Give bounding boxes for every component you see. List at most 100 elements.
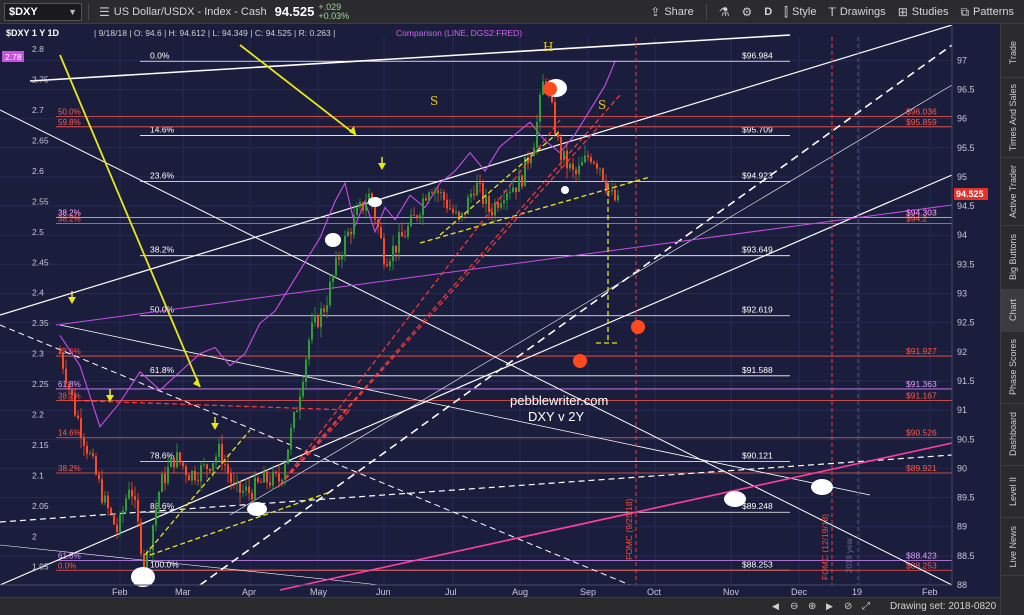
candle-body (305, 359, 307, 383)
symbol-menu-button[interactable]: ☰ (95, 2, 114, 22)
fib-red-value: $91.927 (906, 346, 937, 356)
right-axis-tick-label: 94 (957, 230, 967, 240)
zoom-fit-icon[interactable]: ⊘ (844, 601, 852, 612)
drawings-button[interactable]: T Drawings (822, 2, 891, 22)
candle-body (110, 508, 112, 514)
price-change: +.029 +0.03% (318, 2, 349, 21)
candle-body (212, 463, 214, 472)
zoom-in-icon[interactable]: ⊕ (808, 601, 816, 612)
candle-body (539, 94, 541, 122)
period-button[interactable]: D (758, 2, 778, 22)
candle-body (431, 192, 433, 194)
price-chart[interactable]: 0.0% $96.984 14.6% $95.709 23.6% $94.923 38.2%… (0, 25, 1000, 597)
candle-body (509, 191, 511, 193)
chevron-down-icon[interactable]: ▼ (68, 7, 77, 17)
sidebar-tab-phase-scores[interactable]: Phase Scores (1001, 332, 1024, 404)
scroll-right-icon[interactable]: ▶ (826, 601, 833, 612)
studies-button[interactable]: ⊞ Studies (892, 2, 955, 22)
candle-body (260, 481, 262, 483)
legend-comparison: Comparison (LINE, DGS2:FRED) (396, 28, 522, 38)
candle-body (206, 464, 208, 469)
candle-body (359, 202, 361, 208)
candle-body (71, 388, 73, 396)
candle-body (275, 471, 277, 474)
last-price-tag-text: 94.525 (956, 189, 984, 199)
symbol-input[interactable]: $DXY ▼ (4, 2, 82, 21)
candle-body (584, 155, 586, 163)
candle-body (407, 225, 409, 238)
sidebar-tab-level-ii[interactable]: Level II (1001, 466, 1024, 518)
left-axis-tick-label: 2.45 (32, 257, 49, 267)
candle-body (293, 412, 295, 429)
left-axis-tick-label: 2.2 (32, 410, 44, 420)
red-marker (573, 354, 587, 368)
drawing-set-label: Drawing set: 2018-0820 (890, 601, 997, 612)
fib-level-value: $88.253 (742, 559, 773, 569)
red-marker (543, 82, 557, 96)
studies-label: Studies (911, 6, 949, 18)
right-axis-tick-label: 94.5 (957, 201, 975, 211)
candle-body (515, 187, 517, 192)
right-axis-tick-label: 92.5 (957, 318, 975, 328)
candle-body (233, 482, 235, 484)
candle-body (587, 155, 589, 158)
candle-body (287, 449, 289, 464)
scroll-left-icon[interactable]: ◀ (772, 601, 779, 612)
candle-body (344, 236, 346, 256)
sidebar-tab-label: Dashboard (1008, 412, 1018, 457)
zoom-out-icon[interactable]: ⊖ (790, 601, 798, 612)
left-axis-tick-label: 2.4 (32, 288, 44, 298)
sidebar-tab-label: Times And Sales (1008, 83, 1018, 152)
candle-body (590, 157, 592, 162)
candle-body (296, 410, 298, 413)
expand-icon[interactable]: ⤢ (862, 601, 870, 612)
right-sidebar: Trade Times And Sales Active Trader Big But… (1000, 24, 1024, 615)
candle-body (203, 464, 205, 466)
sidebar-tab-dashboard[interactable]: Dashboard (1001, 404, 1024, 466)
candle-body (251, 492, 253, 500)
fib-level-value: $96.984 (742, 50, 773, 60)
candle-body (350, 231, 352, 235)
candle-body (443, 192, 445, 200)
candle-body (569, 163, 571, 169)
year-boundary-label: 2019 year (845, 537, 854, 573)
candle-body (470, 193, 472, 198)
settings-button[interactable]: ⚙ (735, 2, 758, 22)
menu-icon: ☰ (99, 4, 110, 19)
candle-body (449, 208, 451, 210)
candle-body (317, 315, 319, 328)
legend-ohlc: | 9/18/18 | O: 94.6 | H: 94.612 | L: 94.… (94, 28, 335, 38)
sidebar-tab-chart[interactable]: Chart (1001, 290, 1024, 332)
flask-button[interactable]: ⚗ (713, 2, 736, 22)
fib-level-pct: 38.2% (150, 245, 175, 255)
candle-body (176, 452, 178, 468)
fib-red-pct: 0.0% (58, 561, 76, 570)
candle-body (218, 443, 220, 457)
white-marker (325, 233, 341, 247)
sidebar-tab-trade[interactable]: Trade (1001, 28, 1024, 78)
sidebar-tab-active-trader[interactable]: Active Trader (1001, 158, 1024, 226)
candle-body (161, 473, 163, 492)
candle-body (488, 195, 490, 212)
style-button[interactable]: ⫿ Style (778, 2, 822, 22)
candle-body (425, 198, 427, 201)
candle-body (158, 491, 160, 509)
candle-body (497, 202, 499, 208)
sidebar-tab-label: Chart (1008, 299, 1018, 322)
candle-body (200, 465, 202, 482)
share-button[interactable]: ⇪ Share (644, 2, 699, 22)
sidebar-tab-times-and-sales[interactable]: Times And Sales (1001, 78, 1024, 158)
legend-symbol: $DXY 1 Y 1D (6, 28, 60, 38)
left-axis-tick-label: 2 (32, 531, 37, 541)
sidebar-tab-big-buttons[interactable]: Big Buttons (1001, 226, 1024, 290)
left-axis-tick-label: 2.65 (32, 136, 49, 146)
candle-body (149, 550, 151, 552)
patterns-button[interactable]: ⧉ Patterns (954, 2, 1020, 22)
candle-body (308, 339, 310, 360)
candle-body (566, 150, 568, 169)
right-axis-tick-label: 88 (957, 580, 967, 590)
candle-body (323, 308, 325, 312)
candle-body (500, 203, 502, 208)
sidebar-tab-live-news[interactable]: Live News (1001, 518, 1024, 576)
left-axis-tick-label: 2.15 (32, 440, 49, 450)
